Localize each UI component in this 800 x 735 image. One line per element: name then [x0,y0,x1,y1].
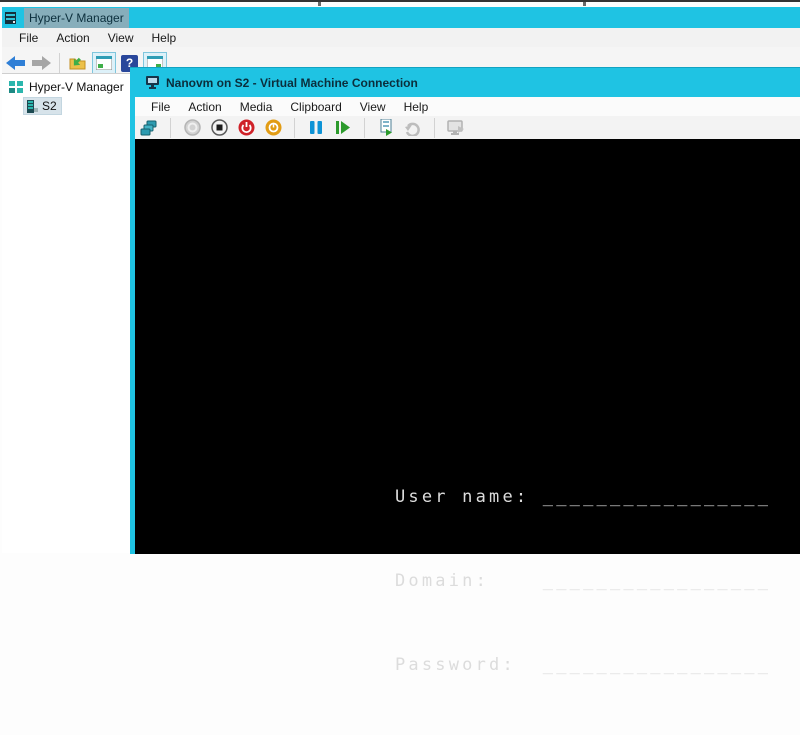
checkpoint-button[interactable] [377,119,395,137]
tree-item-s2[interactable]: S2 [23,97,131,115]
server-icon [26,99,38,113]
power-icon [238,119,255,136]
stop-icon [210,119,228,136]
ctrl-alt-del-button[interactable] [140,119,158,137]
tree-server-label: S2 [42,99,57,113]
hyperv-titlebar[interactable]: Hyper-V Manager [2,7,800,28]
vm-app-icon [145,76,160,89]
tree-selection: S2 [23,97,62,115]
console-line-domain: Domain: _________________ [395,571,772,591]
screen-edge-line [0,0,800,2]
toolbar-separator [364,117,365,138]
vm-menu-help[interactable]: Help [395,99,438,115]
back-button[interactable] [6,56,26,70]
screen-tick [318,2,321,6]
vm-menu-clipboard[interactable]: Clipboard [281,99,350,115]
vm-menu-action[interactable]: Action [179,99,230,115]
enhanced-session-icon [447,119,465,136]
screen-tick [583,2,586,6]
vm-console-screen[interactable]: User name: _________________ Domain: ___… [135,139,800,675]
hyperv-manager-icon [9,80,24,94]
vm-window-title: Nanovm on S2 - Virtual Machine Connectio… [166,75,418,90]
tree-item-hyperv-manager[interactable]: Hyper-V Manager [2,74,131,94]
console-login-prompt: User name: _________________ Domain: ___… [395,427,771,735]
console-tree-icon [96,56,112,70]
forward-button[interactable] [31,56,51,70]
save-button[interactable] [264,119,282,137]
hyperv-app-icon [5,11,19,25]
vm-titlebar[interactable]: Nanovm on S2 - Virtual Machine Connectio… [130,68,800,97]
revert-icon [404,120,422,136]
toolbar-separator [170,117,171,138]
menu-help[interactable]: Help [143,30,186,46]
toolbar-separator [294,117,295,138]
toolbar-separator [434,117,435,138]
reset-button[interactable] [334,119,352,137]
vm-menubar: File Action Media Clipboard View Help [135,97,800,116]
save-icon [265,119,282,136]
toolbar-separator [59,53,60,73]
back-arrow-icon [6,56,26,70]
pause-button[interactable] [307,119,325,137]
show-console-tree-button[interactable] [92,52,116,74]
revert-button[interactable] [404,119,422,137]
vm-connection-window: Nanovm on S2 - Virtual Machine Connectio… [130,67,800,675]
title-highlight: Hyper-V Manager [24,7,129,28]
console-line-username: User name: _________________ [395,487,772,507]
folder-arrow-icon [68,55,87,71]
vm-menu-file[interactable]: File [142,99,179,115]
menu-action[interactable]: Action [47,30,98,46]
reset-icon [335,120,351,135]
keyboard-keys-icon [140,120,158,136]
enhanced-session-button[interactable] [447,119,465,137]
console-tree-panel: Hyper-V Manager S2 [2,73,131,553]
vm-menu-view[interactable]: View [351,99,395,115]
export-button[interactable] [68,55,87,71]
hyperv-menubar: File Action View Help [2,28,800,47]
pause-icon [309,120,323,135]
shut-down-button[interactable] [237,119,255,137]
forward-arrow-icon [31,56,51,70]
console-line-password: Password: _________________ [395,655,772,675]
start-icon [183,119,201,136]
vm-menu-media[interactable]: Media [231,99,282,115]
menu-view[interactable]: View [99,30,143,46]
checkpoint-icon [378,119,395,136]
turn-off-button[interactable] [210,119,228,137]
menu-file[interactable]: File [10,30,47,46]
start-button[interactable] [183,119,201,137]
vm-toolbar [135,116,800,139]
window-title: Hyper-V Manager [29,10,124,25]
tree-root-label: Hyper-V Manager [29,80,124,94]
